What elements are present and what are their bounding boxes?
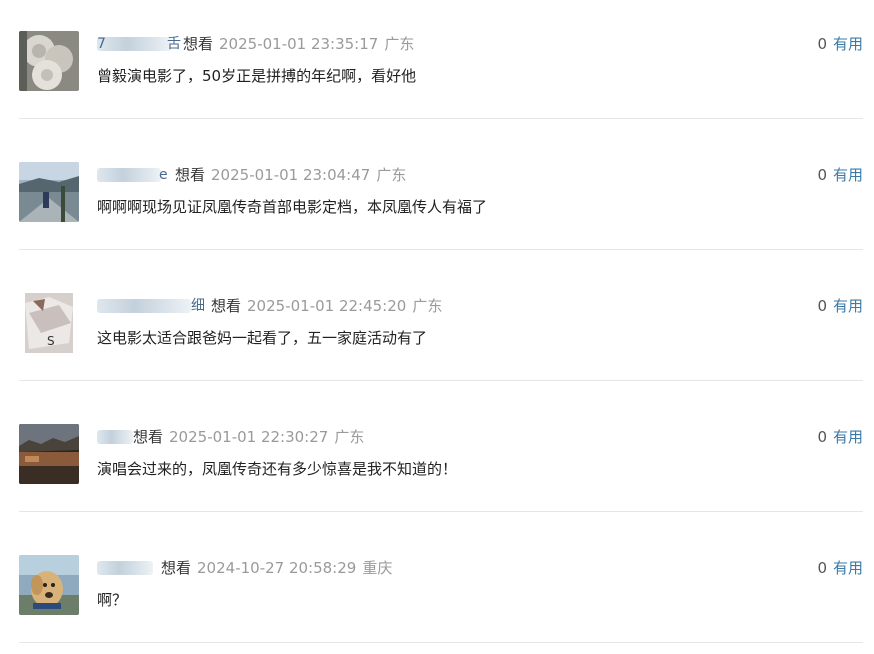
- timestamp: 2025-01-01 23:35:17: [219, 35, 379, 53]
- useful-button[interactable]: 有用: [833, 559, 863, 577]
- divider: [19, 118, 863, 119]
- vote-count: 0: [817, 297, 827, 315]
- timestamp: 2025-01-01 22:30:27: [169, 428, 329, 446]
- vote-count: 0: [817, 428, 827, 446]
- comment-meta: 想看 2025-01-01 22:30:27 广东: [97, 427, 364, 447]
- comment-text: 啊啊啊现场见证凤凰传奇首部电影定档，本凤凰传人有福了: [97, 198, 488, 216]
- svg-text:S: S: [47, 334, 55, 348]
- divider: [19, 249, 863, 250]
- status-label: 想看: [133, 428, 164, 446]
- username-blurred[interactable]: 细: [97, 296, 207, 316]
- avatar[interactable]: [19, 555, 79, 615]
- comment-item: 想看 2024-10-27 20:58:29 重庆 0 有用 啊？: [19, 524, 863, 654]
- location: 广东: [384, 35, 415, 53]
- status-label: 想看: [175, 166, 206, 184]
- comment-item: 7 舌 想看 2025-01-01 23:35:17 广东 0 有用 曾毅演电影了，5…: [19, 0, 863, 130]
- status-label: 想看: [211, 297, 242, 315]
- username-blurred[interactable]: [97, 558, 157, 578]
- divider: [19, 642, 863, 643]
- divider: [19, 511, 863, 512]
- username-fragment: 7: [97, 36, 106, 52]
- divider: [19, 380, 863, 381]
- timestamp: 2024-10-27 20:58:29: [197, 559, 357, 577]
- comment-text: 啊？: [97, 591, 128, 609]
- vote-area: 0 有用: [817, 165, 863, 185]
- vote-count: 0: [817, 166, 827, 184]
- location: 广东: [412, 297, 443, 315]
- location: 广东: [376, 166, 407, 184]
- useful-button[interactable]: 有用: [833, 428, 863, 446]
- comment-meta: 7 舌 想看 2025-01-01 23:35:17 广东: [97, 34, 414, 54]
- username-fragment: 细: [191, 298, 205, 314]
- comment-meta: 想看 2024-10-27 20:58:29 重庆: [97, 558, 392, 578]
- useful-button[interactable]: 有用: [833, 35, 863, 53]
- timestamp: 2025-01-01 23:04:47: [211, 166, 371, 184]
- username-blurred[interactable]: 7 舌: [97, 34, 181, 54]
- comment-item: 想看 2025-01-01 22:30:27 广东 0 有用 演唱会过来的，凤凰传奇还…: [19, 393, 863, 523]
- status-label: 想看: [161, 559, 192, 577]
- vote-count: 0: [817, 559, 827, 577]
- comment-item: e 想看 2025-01-01 23:04:47 广东 0 有用 啊啊啊现场见证凤凰传…: [19, 131, 863, 261]
- comment-text: 曾毅演电影了，50岁正是拼搏的年纪啊，看好他: [97, 67, 417, 85]
- vote-area: 0 有用: [817, 296, 863, 316]
- comment-meta: 细 想看 2025-01-01 22:45:20 广东: [97, 296, 442, 316]
- location: 重庆: [362, 559, 393, 577]
- comment-text: 这电影太适合跟爸妈一起看了，五一家庭活动有了: [97, 329, 428, 347]
- avatar[interactable]: [19, 31, 79, 91]
- timestamp: 2025-01-01 22:45:20: [247, 297, 407, 315]
- comment-text: 演唱会过来的，凤凰传奇还有多少惊喜是我不知道的！: [97, 460, 458, 478]
- useful-button[interactable]: 有用: [833, 166, 863, 184]
- location: 广东: [334, 428, 365, 446]
- vote-area: 0 有用: [817, 558, 863, 578]
- avatar[interactable]: S: [19, 293, 79, 353]
- username-blurred[interactable]: e: [97, 165, 171, 185]
- avatar[interactable]: [19, 424, 79, 484]
- vote-area: 0 有用: [817, 427, 863, 447]
- avatar[interactable]: [19, 162, 79, 222]
- status-label: 想看: [183, 35, 214, 53]
- username-blurred[interactable]: [97, 427, 133, 447]
- comment-item: S 细 想看 2025-01-01 22:45:20 广东 0 有用 这电影太适合跟爸…: [19, 262, 863, 392]
- useful-button[interactable]: 有用: [833, 297, 863, 315]
- vote-area: 0 有用: [817, 34, 863, 54]
- username-fragment: e: [159, 167, 168, 183]
- username-fragment: 舌: [167, 36, 181, 52]
- vote-count: 0: [817, 35, 827, 53]
- comment-meta: e 想看 2025-01-01 23:04:47 广东: [97, 165, 406, 185]
